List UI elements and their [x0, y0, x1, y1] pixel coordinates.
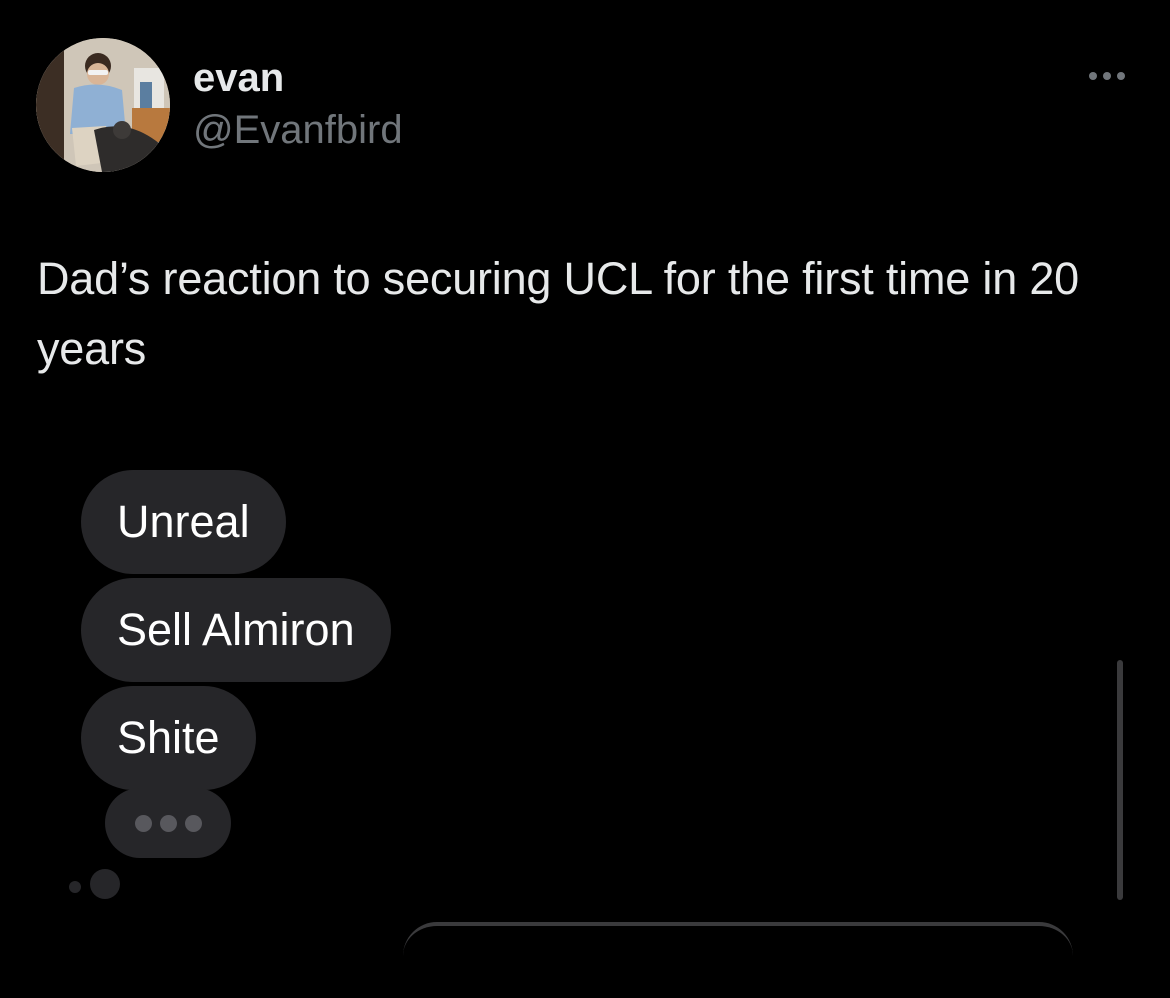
more-dot	[1117, 72, 1125, 80]
more-options-icon[interactable]	[1082, 60, 1132, 92]
typing-dots-icon	[105, 788, 231, 858]
bubble-tail	[69, 881, 81, 893]
message-input-edge	[403, 922, 1073, 956]
bubble-tail	[90, 869, 120, 899]
message-bubble: Sell Almiron	[81, 578, 391, 682]
author-handle[interactable]: @Evanfbird	[193, 106, 403, 154]
message-bubble: Shite	[81, 686, 256, 790]
scroll-indicator	[1117, 660, 1123, 900]
tweet-text: Dad’s reaction to securing UCL for the f…	[37, 253, 1079, 374]
more-dot	[1089, 72, 1097, 80]
message-bubble: Unreal	[81, 470, 286, 574]
typing-dot	[184, 814, 202, 832]
tweet-media[interactable]: Unreal Sell Almiron Shite	[37, 430, 1137, 930]
typing-dot	[134, 814, 152, 832]
more-dot	[1103, 72, 1111, 80]
typing-dot	[159, 814, 177, 832]
profile-photo	[36, 38, 170, 172]
author-display-name[interactable]: evan	[193, 54, 284, 102]
avatar[interactable]	[36, 38, 170, 172]
